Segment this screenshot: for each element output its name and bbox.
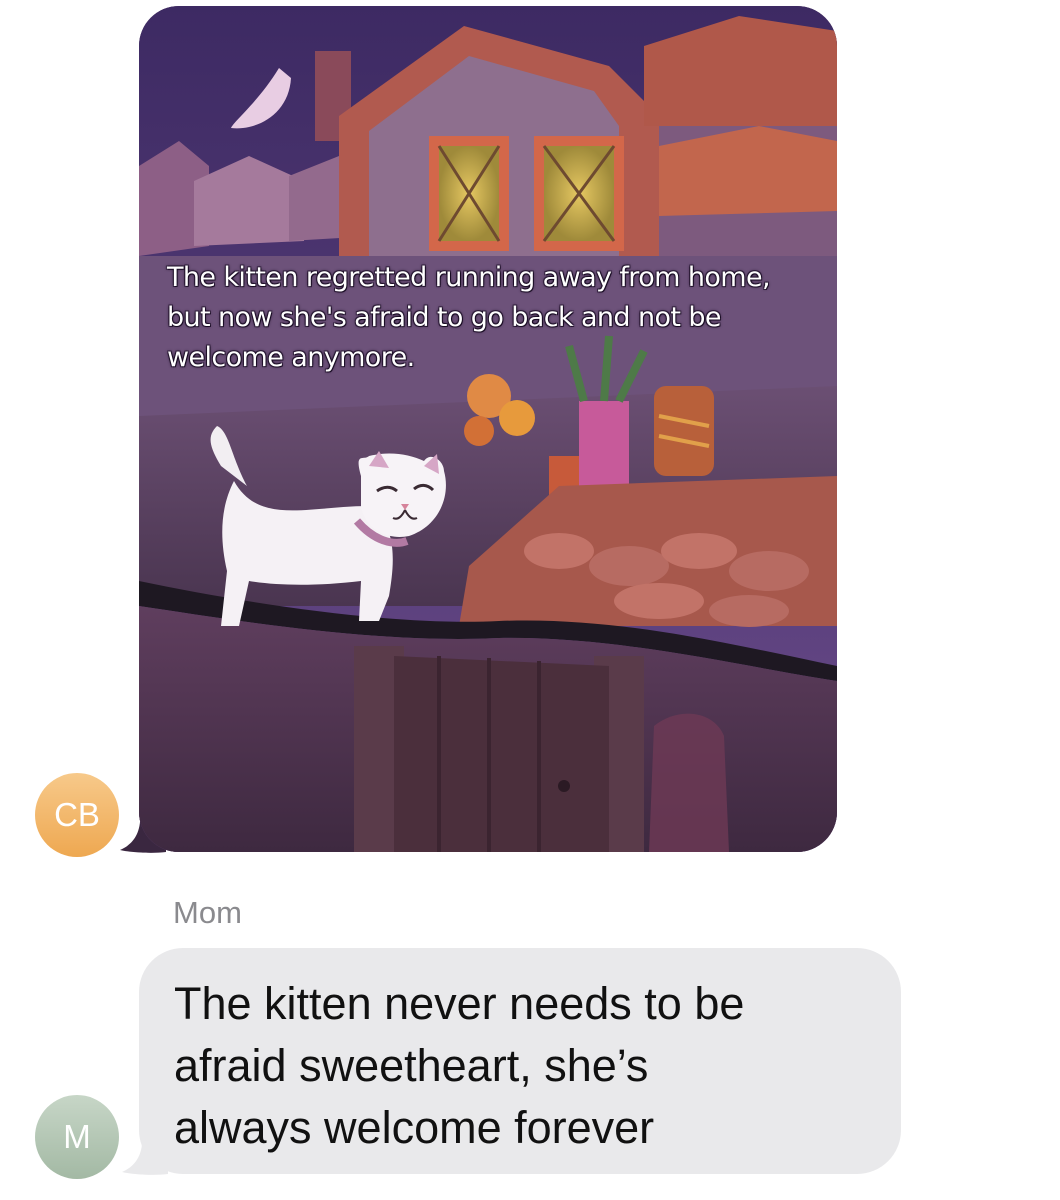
image-caption: The kitten regretted running away from h… xyxy=(167,258,807,378)
sender-name: Mom xyxy=(173,895,242,930)
message-line: always welcome forever xyxy=(174,1102,655,1153)
image-message[interactable]: The kitten regretted running away from h… xyxy=(139,6,837,852)
message-line: afraid sweetheart, she’s xyxy=(174,1040,649,1091)
text-message-bubble[interactable]: The kitten never needs to be afraid swee… xyxy=(139,948,901,1174)
caption-line: welcome anymore. xyxy=(167,342,415,373)
message-line: The kitten never needs to be xyxy=(174,978,745,1029)
caption-line: The kitten regretted running away from h… xyxy=(167,262,771,293)
caption-line: but now she's afraid to go back and not … xyxy=(167,302,722,333)
story-illustration xyxy=(139,6,837,852)
message-text: The kitten never needs to be afraid swee… xyxy=(174,973,884,1159)
avatar-initials: CB xyxy=(54,796,100,833)
avatar-m[interactable]: M xyxy=(35,1095,119,1179)
avatar-initials: M xyxy=(63,1118,91,1155)
avatar-cb[interactable]: CB xyxy=(35,773,119,857)
